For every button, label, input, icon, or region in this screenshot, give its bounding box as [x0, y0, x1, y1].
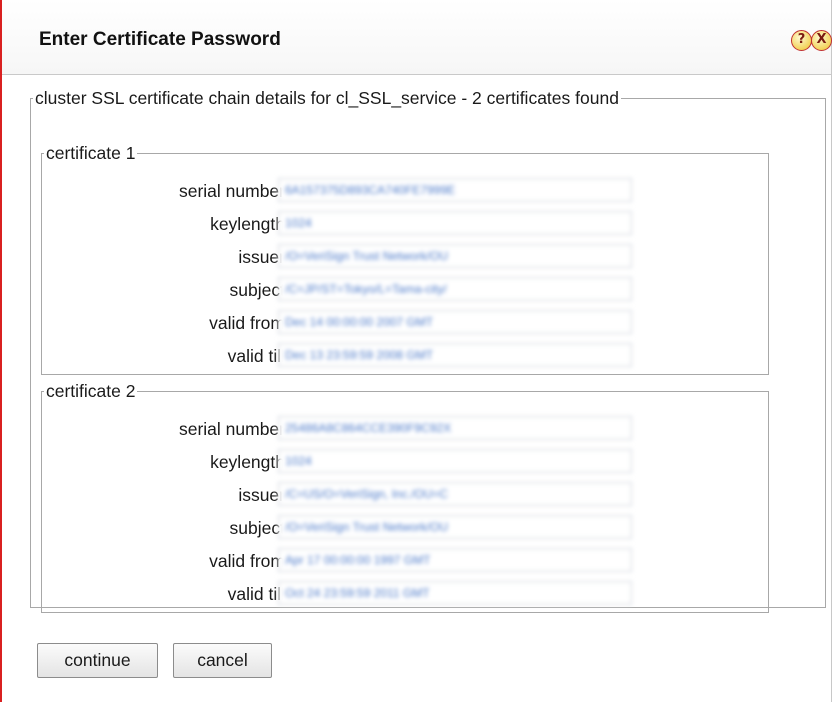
certificate-1-group: certificate 1 serial number keylength is…: [41, 143, 769, 375]
cert1-serial-row: serial number: [42, 178, 768, 204]
cert2-valid-till-field[interactable]: [278, 581, 632, 605]
cert1-serial-number-field[interactable]: [278, 178, 632, 202]
cert2-valid-from-row: valid from: [42, 548, 768, 574]
cert1-valid-from-row: valid from: [42, 310, 768, 336]
cert2-issuer-field[interactable]: [278, 482, 632, 506]
subject-label: subject: [229, 280, 285, 300]
dialog-titlebar: Enter Certificate Password ? X: [2, 0, 832, 75]
cancel-button[interactable]: cancel: [173, 643, 272, 678]
subject-label: subject: [229, 518, 285, 538]
cert2-serial-number-field[interactable]: [278, 416, 632, 440]
cert1-subject-row: subject: [42, 277, 768, 303]
certificate-password-dialog: Enter Certificate Password ? X cluster S…: [0, 0, 832, 702]
cert2-subject-field[interactable]: [278, 515, 632, 539]
cert1-valid-till-field[interactable]: [278, 343, 632, 367]
cert1-valid-till-row: valid till: [42, 343, 768, 369]
serial-number-label: serial number: [178, 419, 285, 439]
cert1-keylength-field[interactable]: [278, 211, 632, 235]
keylength-label: keylength: [210, 214, 285, 234]
cert2-keylength-row: keylength: [42, 449, 768, 475]
serial-number-label: serial number: [178, 181, 285, 201]
cert2-keylength-field[interactable]: [278, 449, 632, 473]
help-icon[interactable]: ?: [791, 30, 812, 51]
cert2-issuer-row: issuer: [42, 482, 768, 508]
close-icon[interactable]: X: [811, 30, 832, 51]
cert1-issuer-field[interactable]: [278, 244, 632, 268]
certificate-1-legend: certificate 1: [46, 143, 136, 163]
cert2-serial-row: serial number: [42, 416, 768, 442]
dialog-title: Enter Certificate Password: [39, 29, 281, 50]
cert1-subject-field[interactable]: [278, 277, 632, 301]
valid-from-label: valid from: [209, 551, 285, 571]
cert2-valid-till-row: valid till: [42, 581, 768, 607]
certificate-2-group: certificate 2 serial number keylength is…: [41, 381, 769, 613]
cert2-valid-from-field[interactable]: [278, 548, 632, 572]
cert1-issuer-row: issuer: [42, 244, 768, 270]
valid-till-label: valid till: [227, 346, 285, 366]
keylength-label: keylength: [210, 452, 285, 472]
cert2-subject-row: subject: [42, 515, 768, 541]
valid-till-label: valid till: [227, 584, 285, 604]
cert1-keylength-row: keylength: [42, 211, 768, 237]
certificate-2-legend: certificate 2: [46, 381, 136, 401]
certificate-chain-legend: cluster SSL certificate chain details fo…: [35, 88, 619, 108]
certificate-chain-group: cluster SSL certificate chain details fo…: [30, 88, 826, 613]
cert1-valid-from-field[interactable]: [278, 310, 632, 334]
continue-button[interactable]: continue: [37, 643, 158, 678]
valid-from-label: valid from: [209, 313, 285, 333]
